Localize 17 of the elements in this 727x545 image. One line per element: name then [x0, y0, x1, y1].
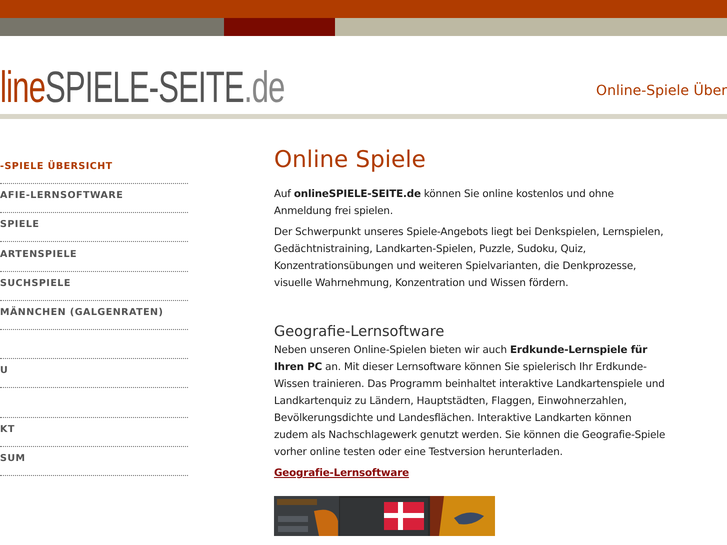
- sidebar-link[interactable]: SUCHSPIELE: [0, 278, 71, 289]
- sidebar-link[interactable]: SUM: [0, 452, 26, 464]
- paragraph: Neben unseren Online-Spielen bieten wir auch Erdkunde-Lernspiele für Ihren PC an. Mit dieser Lernsoftware können Sie spielerisch Ihr Erdkunde-Wissen trainieren. Das Programm beinhaltet interaktive Landkartenspiele und Landkartenquiz zu Ländern, Hauptstädten, Flaggen, Einwohnerzahlen, Bevölkerungsdichte und Landesflächen. Interaktive Landkarten können zudem als Nachschlagewerk genutzt werden. Sie können die Geografie-Spiele vorher online testen oder eine Testversion herunterladen.: [274, 343, 666, 460]
- section-heading: Geografie-Lernsoftware: [274, 323, 446, 342]
- paragraph: Der Schwerpunkt unseres Spiele-Angebots liegt bei Denkspielen, Lernspielen, Gedächtnistraining, Landkarten-Spielen, Puzzle, Sudoku, Quiz, Konzentrationsübungen und weiteren Spielvarianten, die Denkprozesse, visuelle Wahrnehmung, Konzentration und Wissen fördern.: [274, 225, 664, 291]
- header-link[interactable]: Online-Spiele Über: [596, 83, 727, 99]
- sidebar-link[interactable]: AFIE-LERNSOFTWARE: [0, 190, 124, 202]
- sidebar-link[interactable]: ARTENSPIELE: [0, 248, 78, 260]
- sidebar-link[interactable]: MÄNNCHEN (GALGENRATEN): [0, 306, 164, 318]
- sidebar-link[interactable]: U: [0, 365, 8, 376]
- sidebar-link[interactable]: SPIELE: [0, 219, 40, 230]
- sidebar-link[interactable]: KT: [0, 424, 15, 435]
- site-logo[interactable]: lineSPIELE-SEITE.de: [0, 66, 285, 110]
- page-title: Online Spiele: [274, 146, 427, 174]
- paragraph: Auf onlineSPIELE-SEITE.de können Sie online kostenlos und ohne Anmeldung frei spielen.: [274, 187, 615, 219]
- software-link[interactable]: Geografie-Lernsoftware: [274, 467, 409, 479]
- sidebar-link[interactable]: -SPIELE ÜBERSICHT: [0, 161, 113, 172]
